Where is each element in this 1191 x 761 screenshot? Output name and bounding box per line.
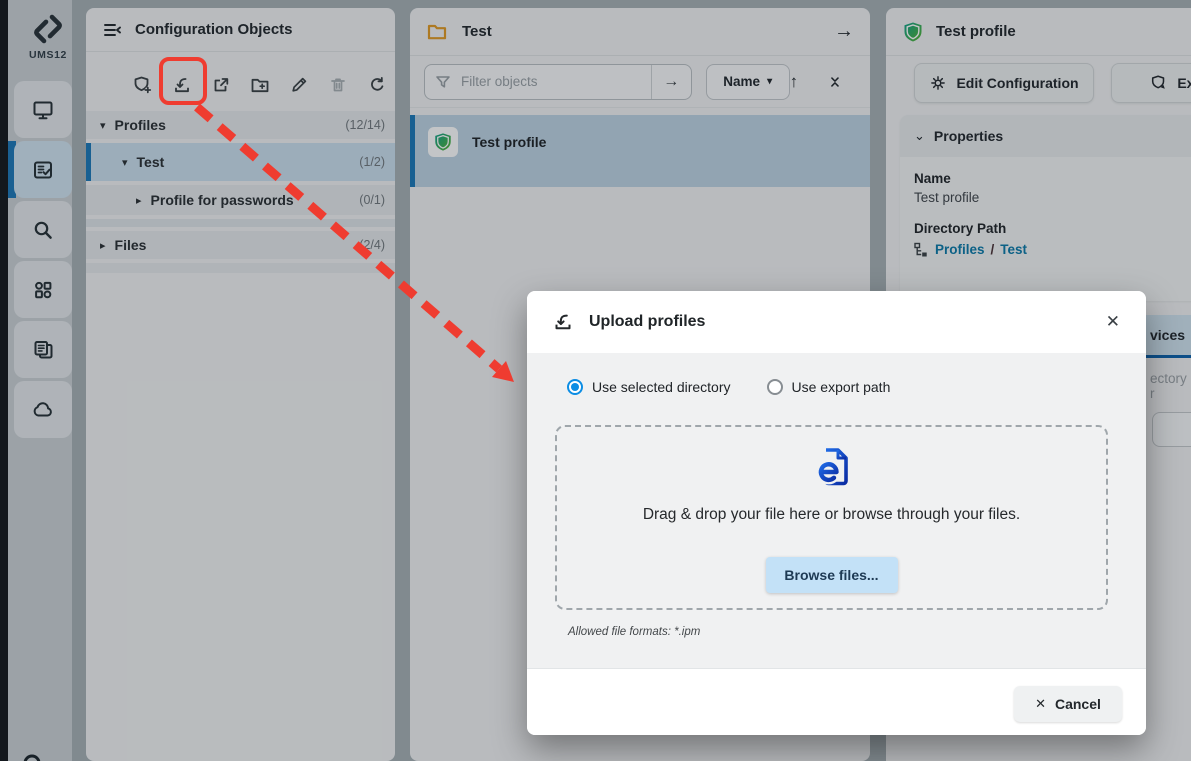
dropzone-text: Drag & drop your file here or browse thr…: [557, 506, 1106, 524]
annotation-highlight-box: [159, 57, 207, 105]
radio-use-selected-directory[interactable]: Use selected directory: [567, 379, 731, 395]
profile-file-icon: [809, 445, 855, 491]
file-dropzone[interactable]: Drag & drop your file here or browse thr…: [555, 425, 1108, 610]
upload-profiles-dialog: Upload profiles ✕ Use selected directory…: [527, 291, 1146, 735]
cancel-button[interactable]: ✕ Cancel: [1014, 686, 1122, 722]
browse-files-button[interactable]: Browse files...: [766, 557, 898, 593]
dialog-header: Upload profiles ✕: [527, 291, 1146, 353]
import-icon: [553, 312, 573, 332]
app-window: UMS12: [0, 0, 1191, 761]
radio-use-export-path[interactable]: Use export path: [767, 379, 891, 395]
dialog-footer: ✕ Cancel: [527, 668, 1146, 735]
close-icon: ✕: [1035, 696, 1046, 712]
radio-unselected-icon: [767, 379, 783, 395]
radio-selected-icon: [567, 379, 583, 395]
upload-target-radios: Use selected directory Use export path: [567, 379, 890, 395]
allowed-formats-note: Allowed file formats: *.ipm: [568, 626, 700, 638]
dialog-title: Upload profiles: [589, 313, 705, 331]
close-icon[interactable]: ✕: [1106, 312, 1120, 332]
